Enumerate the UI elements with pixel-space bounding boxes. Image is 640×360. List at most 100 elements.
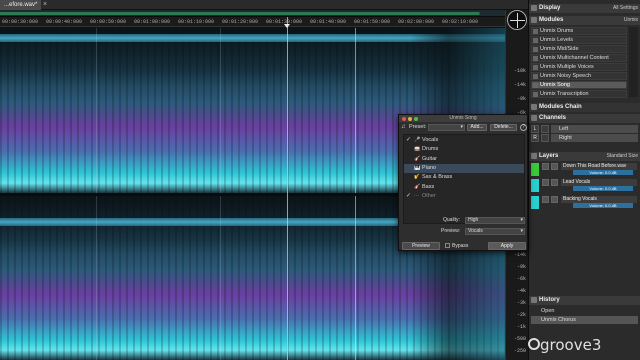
bypass-toggle[interactable]: Bypass — [445, 243, 468, 250]
history-header[interactable]: History — [529, 296, 640, 305]
channels-header[interactable]: Channels — [529, 114, 640, 123]
overview-waveform[interactable] — [0, 10, 505, 17]
display-title: Display — [539, 5, 561, 11]
solo-toggle[interactable] — [551, 163, 558, 170]
preview-dropdown[interactable]: Vocals ▾ — [465, 228, 525, 235]
module-item[interactable]: Unmix Multichannel Content — [531, 54, 627, 62]
mute-toggle[interactable] — [542, 163, 549, 170]
chevron-down-icon: ▾ — [520, 217, 523, 223]
module-label: Unmix Noisy Speech — [540, 73, 592, 79]
ruler-tick-label: 00:01:20:000 — [222, 19, 259, 25]
module-item[interactable]: Unmix Noisy Speech — [531, 72, 627, 80]
layers-header[interactable]: Layers Standard Size — [529, 152, 640, 161]
mute-toggle[interactable] — [542, 196, 549, 203]
marker-line — [96, 28, 97, 193]
zoom-crosshair-icon[interactable] — [507, 10, 527, 30]
delete-preset-button[interactable]: Delete... — [490, 124, 517, 131]
preview-button[interactable]: Preview — [402, 242, 440, 250]
module-icon — [533, 83, 538, 88]
channels-icon — [531, 115, 537, 121]
channel-label: Right — [551, 134, 638, 142]
solo-toggle[interactable] — [541, 125, 549, 133]
history-item[interactable]: Unmix Chorus — [531, 316, 638, 324]
help-icon[interactable]: ? — [520, 124, 527, 131]
file-tab[interactable]: ...efore.wav* — [0, 0, 42, 10]
solo-toggle[interactable] — [551, 179, 558, 186]
channel-tag[interactable]: L — [531, 125, 539, 133]
time-ruler[interactable]: 00:00:30:000 00:00:40:000 00:00:50:000 00:0… — [0, 17, 505, 27]
quality-dropdown[interactable]: High ▾ — [465, 217, 525, 224]
stem-item[interactable]: 🥁 Drums — [404, 145, 524, 154]
modules-scrollbar[interactable] — [629, 27, 638, 97]
display-option[interactable]: All Settings — [613, 4, 638, 13]
marker-line — [96, 196, 97, 360]
add-preset-button[interactable]: Add... — [467, 124, 487, 131]
module-label: Unmix Mid/Side — [540, 46, 579, 52]
minimize-dot-icon[interactable] — [408, 117, 412, 121]
stem-item[interactable]: 🎹 Piano — [404, 163, 524, 173]
ruler-tick-label: 00:01:40:000 — [310, 19, 347, 25]
channel-row[interactable]: R Right — [531, 134, 638, 142]
frequency-tick-label: -14k — [513, 82, 526, 88]
layer-row[interactable]: Backing Vocals Volume: 0.0 dB — [531, 196, 638, 209]
module-item[interactable]: Unmix Mid/Side — [531, 45, 627, 53]
layer-volume-slider[interactable]: Volume: 0.0 dB — [573, 170, 633, 175]
module-item[interactable]: Unmix Drums — [531, 27, 627, 35]
dialog-title[interactable]: Unmix Song — [399, 115, 527, 122]
frequency-tick-label: -250 — [513, 348, 526, 354]
module-item[interactable]: Unmix Levels — [531, 36, 627, 44]
frequency-tick-label: -14k — [513, 252, 526, 258]
apply-button[interactable]: Apply — [488, 242, 526, 250]
layers-title: Layers — [539, 153, 559, 159]
layers-option[interactable]: Standard Size — [607, 152, 638, 161]
preview-value: Vocals — [468, 228, 483, 234]
stem-checkbox[interactable]: ✓ — [406, 192, 411, 201]
module-item[interactable]: Unmix Song — [531, 81, 627, 89]
frequency-tick-label: -1k — [516, 324, 526, 330]
display-header[interactable]: Display All Settings — [529, 4, 640, 13]
history-item[interactable]: Open — [531, 307, 638, 315]
stem-item[interactable]: ✓ ⋯ Other — [404, 192, 524, 201]
layer-volume-slider[interactable]: Volume: 0.0 dB — [573, 186, 633, 191]
ruler-tick-label: 00:01:50:000 — [354, 19, 391, 25]
stem-checkbox[interactable]: ✓ — [406, 136, 411, 145]
close-icon[interactable]: × — [43, 1, 51, 9]
tab-bar: ...efore.wav* × — [0, 0, 528, 10]
right-panel: Display All Settings Modules Unmix Unmix… — [528, 0, 640, 360]
stem-label: Sax & Brass — [422, 174, 453, 181]
stem-item[interactable]: 🎸 Guitar — [404, 155, 524, 164]
module-icon — [533, 38, 538, 43]
solo-toggle[interactable] — [551, 196, 558, 203]
stem-icon: ⋯ — [414, 192, 419, 199]
preset-dropdown[interactable]: ▾ — [428, 124, 465, 131]
stem-item[interactable]: ✓ 🎤 Vocals — [404, 136, 524, 145]
frequency-tick-label: -10k — [513, 68, 526, 74]
modules-option[interactable]: Unmix — [624, 16, 638, 25]
layer-row[interactable]: Lead Vocals Volume: 0.0 dB — [531, 179, 638, 192]
zoom-dot-icon[interactable] — [414, 117, 418, 121]
stem-item[interactable]: 🎷 Sax & Brass — [404, 173, 524, 182]
mute-toggle[interactable] — [542, 179, 549, 186]
stem-item[interactable]: 🎸 Bass — [404, 183, 524, 192]
playhead[interactable] — [287, 17, 288, 360]
solo-toggle[interactable] — [541, 134, 549, 142]
modules-chain-title: Modules Chain — [539, 104, 582, 110]
modules-chain-header[interactable]: Modules Chain — [529, 103, 640, 112]
marker-line — [355, 28, 356, 193]
module-item[interactable]: Unmix Multiple Voices — [531, 63, 627, 71]
file-tab-label: ...efore.wav* — [4, 2, 38, 8]
channel-tag[interactable]: R — [531, 134, 539, 142]
close-dot-icon[interactable] — [402, 117, 406, 121]
layer-row[interactable]: Down This Road Before.wav Volume: 0.0 dB — [531, 163, 638, 176]
history-title: History — [539, 297, 560, 303]
layer-color-swatch — [531, 179, 539, 192]
bypass-checkbox[interactable] — [445, 243, 450, 249]
channel-row[interactable]: L Left — [531, 125, 638, 133]
layer-volume-slider[interactable]: Volume: 0.0 dB — [573, 203, 633, 208]
bypass-label: Bypass — [452, 243, 469, 249]
modules-header[interactable]: Modules Unmix — [529, 16, 640, 25]
quality-value: High — [468, 217, 479, 223]
playhead-marker-icon[interactable] — [284, 24, 290, 28]
ruler-tick-label: 00:02:10:000 — [442, 19, 479, 25]
module-item[interactable]: Unmix Transcription — [531, 90, 627, 98]
